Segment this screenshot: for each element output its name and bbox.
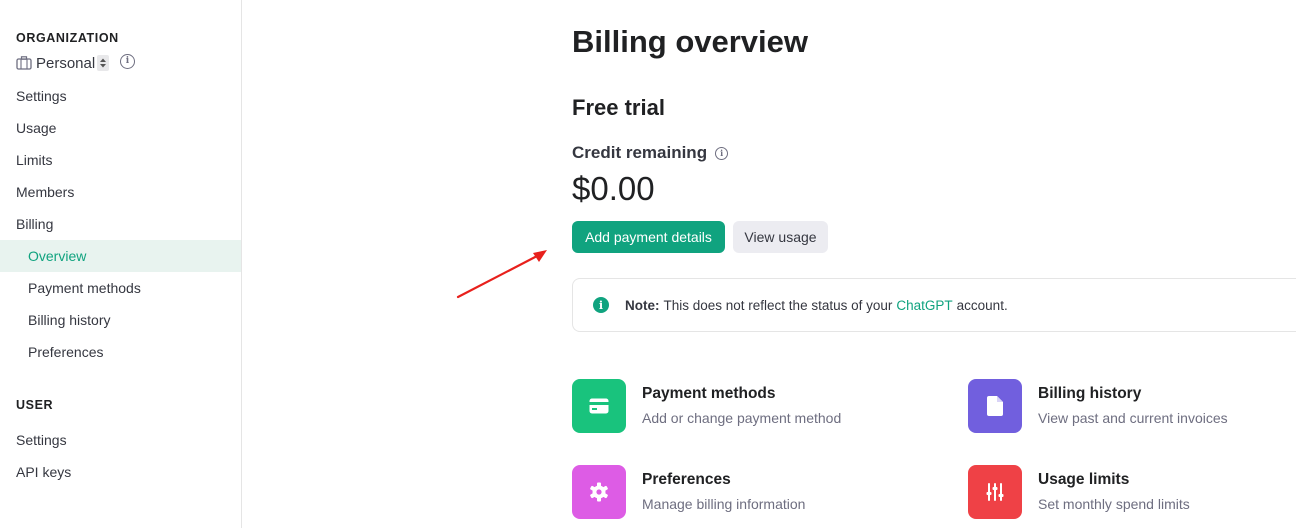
add-payment-details-button[interactable]: Add payment details: [572, 221, 725, 253]
card-tile: [968, 379, 1022, 433]
sidebar-item-label: Limits: [16, 152, 53, 168]
card-payment-methods[interactable]: Payment methods Add or change payment me…: [572, 379, 841, 433]
sidebar-item-label: API keys: [16, 464, 72, 480]
sidebar-item-limits[interactable]: Limits: [0, 144, 241, 176]
chevron-up-down-icon: [97, 55, 110, 71]
card-title: Preferences: [642, 471, 731, 488]
briefcase-icon: [16, 56, 32, 70]
page-title: Billing overview: [572, 24, 809, 59]
sidebar-item-label: Billing: [16, 216, 54, 232]
credit-amount: $0.00: [572, 170, 655, 207]
sidebar-item-label: Billing history: [28, 312, 111, 328]
note-prefix: Note:: [625, 297, 660, 313]
note-text: This does not reflect the status of your: [663, 297, 893, 313]
info-icon[interactable]: i: [715, 146, 729, 160]
sidebar-item-user-settings[interactable]: Settings: [0, 424, 241, 456]
sidebar-item-payment-methods[interactable]: Payment methods: [0, 272, 241, 304]
sidebar-item-label: Members: [16, 184, 75, 200]
user-heading: USER: [16, 398, 54, 412]
organization-heading: ORGANIZATION: [16, 31, 119, 45]
sliders-icon: [986, 483, 1004, 501]
sidebar-item-label: Usage: [16, 120, 57, 136]
sidebar-item-overview[interactable]: Overview: [0, 240, 241, 272]
chatgpt-link[interactable]: ChatGPT: [896, 298, 952, 313]
card-title: Usage limits: [1038, 471, 1130, 488]
card-tile: [968, 465, 1022, 519]
document-icon: [987, 396, 1003, 416]
sidebar-item-label: Preferences: [28, 344, 104, 360]
annotation-arrow: [456, 250, 547, 299]
organization-name: Personal: [36, 54, 96, 72]
sidebar-item-label: Payment methods: [28, 280, 141, 296]
card-description: Set monthly spend limits: [1038, 496, 1190, 512]
card-title: Payment methods: [642, 385, 776, 402]
card-description: Manage billing information: [642, 496, 806, 512]
sidebar-item-billing[interactable]: Billing: [0, 208, 241, 240]
sidebar: ORGANIZATION Personal i Settings Usage L…: [0, 0, 242, 528]
sidebar-item-api-keys[interactable]: API keys: [0, 456, 241, 488]
credit-card-icon: [589, 398, 609, 414]
card-description: Add or change payment method: [642, 410, 842, 426]
sidebar-item-label: Settings: [16, 88, 67, 104]
plan-heading: Free trial: [572, 95, 665, 120]
sidebar-item-members[interactable]: Members: [0, 176, 241, 208]
card-billing-history[interactable]: Billing history View past and current in…: [968, 379, 1228, 433]
card-title: Billing history: [1038, 385, 1142, 402]
note-text-end: account.: [956, 297, 1008, 313]
sidebar-item-label: Settings: [16, 432, 67, 448]
sidebar-item-label: Overview: [28, 248, 87, 264]
card-preferences[interactable]: Preferences Manage billing information: [572, 465, 805, 519]
sidebar-item-preferences[interactable]: Preferences: [0, 336, 241, 368]
view-usage-button[interactable]: View usage: [733, 221, 828, 253]
sidebar-item-usage[interactable]: Usage: [0, 112, 241, 144]
sidebar-item-settings[interactable]: Settings: [0, 80, 241, 112]
info-icon: i: [593, 297, 609, 313]
card-tile: [572, 379, 626, 433]
info-icon[interactable]: i: [120, 54, 135, 69]
card-tile: [572, 465, 626, 519]
organization-selector[interactable]: Personal: [16, 53, 110, 73]
gear-icon: [590, 482, 608, 502]
note-banner: i Note: This does not reflect the status…: [572, 278, 1296, 332]
sidebar-item-billing-history[interactable]: Billing history: [0, 304, 241, 336]
credit-label-text: Credit remaining: [572, 143, 708, 162]
credit-label: Credit remaining i: [572, 143, 729, 163]
card-description: View past and current invoices: [1038, 410, 1228, 426]
card-usage-limits[interactable]: Usage limits Set monthly spend limits: [968, 465, 1190, 519]
